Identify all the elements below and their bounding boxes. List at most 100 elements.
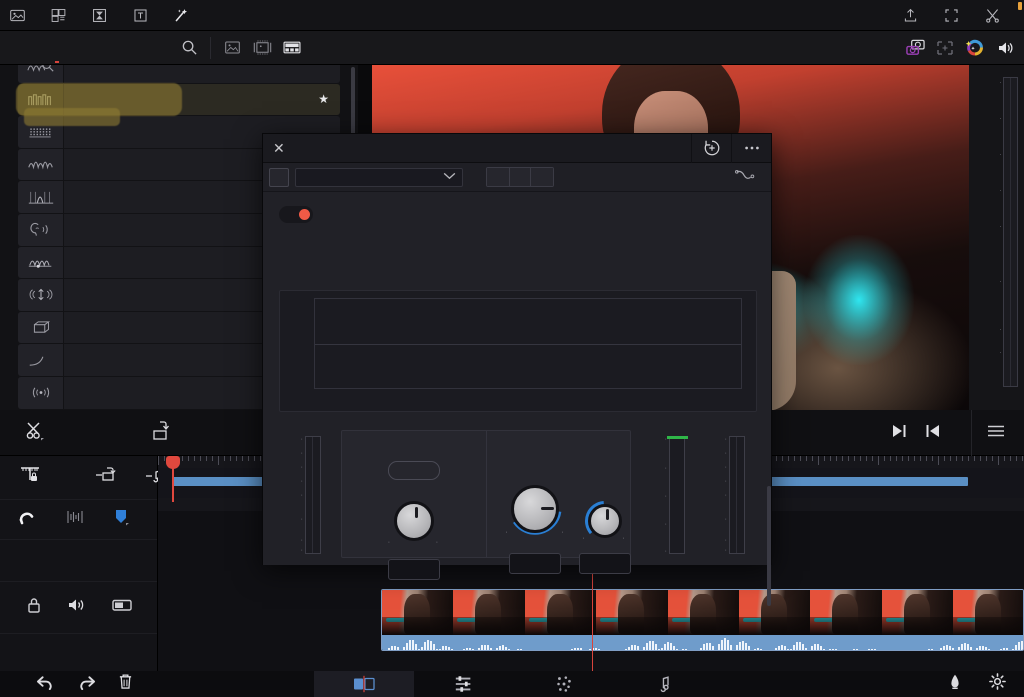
menu-item-media[interactable] — [0, 0, 41, 31]
ab-compare-group — [486, 167, 554, 187]
menu-item-effects[interactable] — [164, 0, 205, 31]
fusion-page-button[interactable] — [514, 671, 614, 697]
lock-track-button[interactable] — [24, 595, 44, 620]
deliver-button[interactable] — [947, 673, 963, 696]
favorite-star-icon[interactable]: ★ — [318, 92, 340, 106]
ceiling-knob[interactable] — [510, 485, 559, 533]
meter-tick — [301, 535, 304, 544]
export-button[interactable] — [893, 0, 934, 31]
close-icon[interactable]: ✕ — [263, 140, 295, 157]
color-button[interactable] — [960, 34, 990, 62]
release-value-field[interactable] — [578, 553, 631, 574]
dialog-title-bar: ✕ — [263, 133, 771, 163]
snapshot-icon — [905, 39, 925, 55]
transform-button[interactable] — [930, 34, 960, 62]
tab-bar-right-group — [900, 34, 1024, 62]
release-knob[interactable] — [587, 504, 622, 538]
level-knob[interactable] — [393, 501, 434, 541]
snap-button[interactable] — [16, 506, 38, 533]
tab-audio[interactable] — [44, 31, 70, 65]
ceiling-value-field[interactable] — [508, 553, 561, 574]
mute-track-icon — [69, 599, 84, 611]
settings-button[interactable] — [989, 673, 1006, 695]
redo-button[interactable] — [77, 674, 96, 695]
audio-waveform-button[interactable] — [64, 507, 86, 532]
audio-button[interactable] — [990, 34, 1020, 62]
menu-item-sync[interactable] — [41, 0, 82, 31]
viewer-meter-bar — [1003, 77, 1018, 387]
fullscreen-button[interactable] — [934, 0, 975, 31]
meter-tick — [301, 490, 304, 499]
list-view-button[interactable] — [277, 34, 307, 62]
inspector-button[interactable] — [975, 0, 1016, 31]
meter-tick — [999, 149, 1002, 159]
meter-tick — [725, 448, 728, 457]
controls-row: · · · · · · · · · · · · · · · · · · · · … — [263, 426, 773, 606]
bottom-nav-bar — [0, 671, 1024, 697]
limiter-plugin-dialog[interactable]: ✕ · · · · · · · · · · · · · · · · · · · … — [262, 133, 773, 606]
search-button[interactable] — [174, 34, 204, 62]
section-title — [487, 431, 631, 439]
cut-page-button[interactable] — [314, 671, 414, 697]
list-view-icon — [283, 41, 301, 54]
marker-button[interactable] — [112, 507, 130, 532]
limit-section: · · · · — [487, 431, 631, 574]
audio-icon — [999, 42, 1013, 53]
tab-video[interactable] — [18, 31, 44, 65]
input-graph[interactable] — [279, 290, 757, 412]
curve-icon — [735, 169, 755, 179]
list-item[interactable] — [18, 65, 340, 83]
tab-favorites[interactable] — [96, 31, 122, 65]
undo-icon — [36, 675, 52, 690]
append-clip-button[interactable] — [94, 464, 118, 491]
thumbnail-view-button[interactable] — [217, 34, 247, 62]
track-header-panel — [0, 456, 178, 671]
timeline-menu-button[interactable] — [986, 423, 1014, 444]
limiter-enable-toggle[interactable] — [279, 206, 313, 223]
fairlight-page-button[interactable] — [614, 671, 714, 697]
knob-min-tick: · — [505, 529, 508, 536]
effects-icon — [175, 8, 188, 21]
lock-tool-button[interactable] — [18, 464, 42, 491]
timeline-video-clip[interactable] — [381, 589, 1024, 651]
add-preset-button[interactable] — [269, 167, 289, 187]
knob-max-tick: · — [435, 539, 439, 546]
meter-tick — [999, 276, 1002, 286]
menu-item-titles[interactable] — [123, 0, 164, 31]
ab-a-button[interactable] — [487, 168, 509, 186]
reset-button[interactable] — [691, 133, 731, 163]
settings-gear-icon — [989, 673, 1006, 690]
video-track-icon — [112, 599, 132, 611]
tab-generators[interactable] — [70, 31, 96, 65]
ab-copy-button[interactable] — [509, 168, 531, 186]
razor-button[interactable] — [24, 419, 48, 448]
next-frame-icon — [893, 424, 906, 437]
preset-dropdown[interactable] — [295, 167, 463, 187]
more-options-button[interactable] — [731, 133, 771, 163]
ab-b-button[interactable] — [531, 168, 553, 186]
dialog-scrollbar[interactable] — [767, 486, 771, 606]
snapshot-button[interactable] — [900, 34, 930, 62]
meter-tick — [999, 347, 1002, 357]
filmstrip-view-button[interactable] — [247, 34, 277, 62]
prev-frame-button[interactable] — [923, 422, 943, 445]
clip-handle[interactable] — [674, 596, 698, 614]
soft-mode-button[interactable] — [387, 461, 440, 480]
level-value-field[interactable] — [387, 559, 440, 580]
trash-button[interactable] — [118, 673, 133, 695]
next-frame-button[interactable] — [889, 422, 909, 445]
more-options-icon — [744, 146, 759, 150]
meter-tick — [301, 434, 304, 443]
keyframe-curve-button[interactable] — [735, 168, 765, 186]
mute-track-button[interactable] — [66, 595, 88, 620]
list-item-limiter[interactable]: ★ — [18, 83, 340, 116]
magnet-snap-icon — [19, 512, 34, 525]
edit-page-button[interactable] — [414, 671, 514, 697]
redo-icon — [80, 675, 96, 690]
minimap-playhead[interactable] — [166, 456, 180, 502]
insert-clip-button[interactable] — [148, 419, 172, 448]
meter-tick — [999, 221, 1002, 231]
video-track-button[interactable] — [110, 595, 134, 620]
undo-button[interactable] — [36, 674, 55, 695]
menu-item-transitions[interactable] — [82, 0, 123, 31]
